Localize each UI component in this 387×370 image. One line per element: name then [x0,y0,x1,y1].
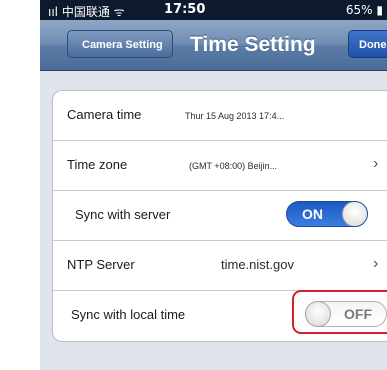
sync-server-toggle[interactable]: ON [286,201,368,227]
ntp-server-label: NTP Server [67,257,135,272]
camera-time-value: Thur 15 Aug 2013 17:4... [185,111,285,121]
toggle-knob [342,202,367,226]
row-sync-with-local-time: Sync with local time OFF [53,290,387,340]
time-zone-value: (GMT +08:00) Beijin... [189,161,278,171]
navigation-bar: Camera Setting Time Setting Done [40,20,387,71]
phone-screen: ııl 中国联通 ᯤ 17:50 65% ▮ Camera Setting Ti… [40,0,387,370]
ntp-server-value: time.nist.gov [221,257,294,272]
sync-local-label: Sync with local time [71,307,186,322]
row-time-zone[interactable]: Time zone (GMT +08:00) Beijin... › [53,141,387,191]
highlight-annotation [292,290,387,334]
camera-time-label: Camera time [67,107,142,122]
sync-server-label: Sync with server [75,207,171,222]
row-ntp-server[interactable]: NTP Server time.nist.gov › [53,241,387,291]
status-bar: ııl 中国联通 ᯤ 17:50 65% ▮ [40,0,387,20]
row-sync-with-server: Sync with server ON [53,191,387,241]
settings-group: Camera time Thur 15 Aug 2013 17:4... Tim… [52,90,387,342]
sync-server-toggle-text: ON [302,206,323,222]
status-time: 17:50 [164,2,206,17]
battery-indicator: 65% ▮ [345,3,383,17]
done-button[interactable]: Done [348,30,387,58]
carrier-signal: ııl 中国联通 ᯤ [48,5,125,19]
row-camera-time[interactable]: Camera time Thur 15 Aug 2013 17:4... [53,91,387,141]
chevron-right-icon: › [373,255,379,272]
page-title: Time Setting [190,33,316,56]
time-zone-label: Time zone [67,157,128,172]
chevron-right-icon: › [373,155,379,172]
back-button[interactable]: Camera Setting [67,30,173,58]
